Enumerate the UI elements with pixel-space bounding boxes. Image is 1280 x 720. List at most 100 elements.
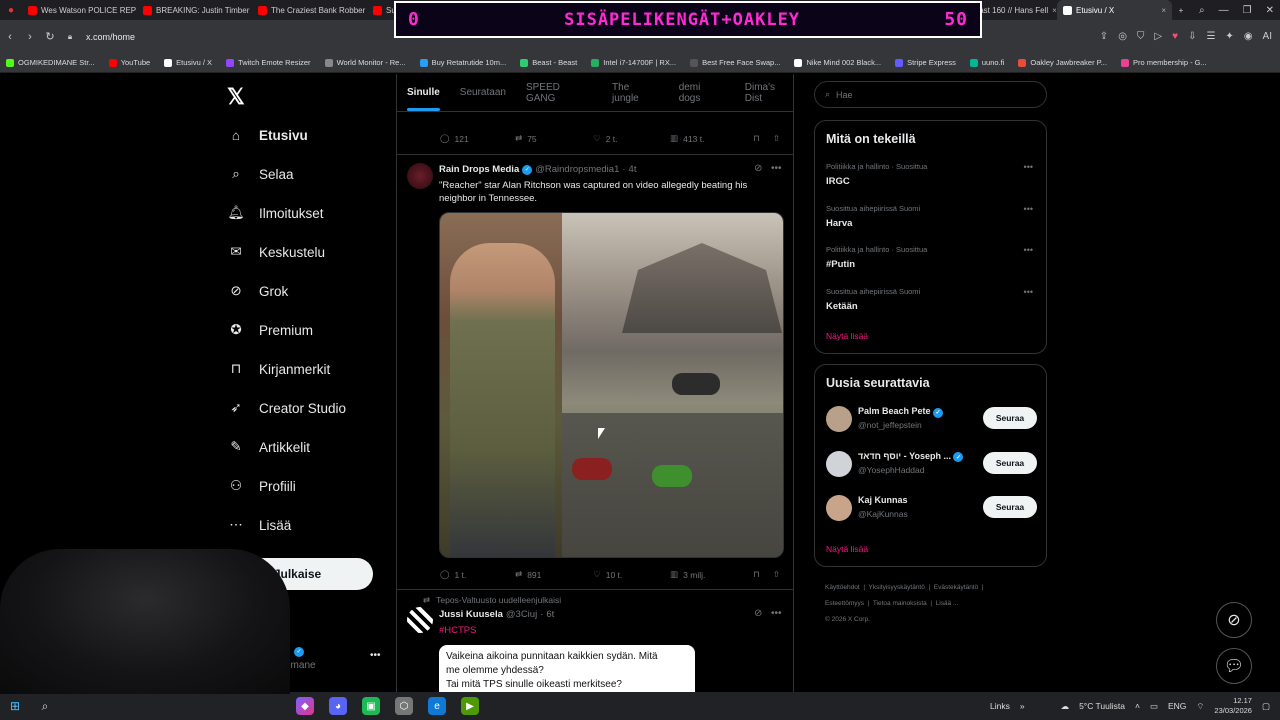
trend-item[interactable]: Suosittua aihepiirissä Suomi Harva ••• [826,204,1037,229]
messages-fab-icon[interactable]: 💬︎ [1216,648,1252,684]
bookmark-button[interactable]: ⊓ [753,133,773,144]
timeline-tab[interactable]: Seurataan [460,87,506,98]
author-handle[interactable]: @3Ciuj [506,609,537,620]
close-tab-icon[interactable]: × [1161,6,1166,15]
bookmark-item[interactable]: Best Free Face Swap... [690,58,780,67]
x-logo-icon[interactable]: 𝕏 [227,84,245,110]
search-input[interactable]: ⌕ Hae [814,81,1047,108]
share-button[interactable]: ⇧ [773,569,780,580]
nav-item-search[interactable]: ⌕ Selaa [227,165,293,183]
tweet-time[interactable]: 4t [629,164,637,175]
bookmark-item[interactable]: Oakley Jawbreaker P... [1018,58,1107,67]
avatar[interactable] [826,450,852,477]
more-dots-icon[interactable]: ••• [1024,245,1033,255]
app-icon[interactable]: ▣ [362,697,380,715]
download-icon[interactable]: ⇩ [1188,31,1196,42]
search-tabs-icon[interactable]: ⌕ [1199,5,1205,16]
network-icon[interactable]: ▭ [1150,701,1158,712]
menu-icon[interactable]: ☰ [1206,31,1215,42]
follow-button[interactable]: Seuraa [983,496,1037,518]
like-button[interactable]: ♡ 2 t. [593,133,670,144]
bookmark-item[interactable]: OGMIKEDIMANE Str... [6,58,95,67]
notifications-icon[interactable]: ▢ [1262,701,1270,712]
clock[interactable]: 12.17 23/03/2026 [1214,696,1252,716]
maximize-icon[interactable]: ❐ [1243,5,1252,16]
copilot-icon[interactable]: ◆ [296,697,314,715]
browser-tab[interactable]: BREAKING: Justin Timber× [137,0,252,20]
bookmark-item[interactable]: Pro membership - G... [1120,58,1207,67]
app-icon[interactable]: ⬡ [395,697,413,715]
more-dots-icon[interactable]: ••• [1024,162,1033,172]
author-name[interactable]: Jussi Kuusela [439,609,503,620]
minimize-icon[interactable]: — [1219,5,1229,16]
reload-icon[interactable]: ↻ [40,30,60,43]
trend-item[interactable]: Suosittua aihepiirissä Suomi Ketään ••• [826,287,1037,312]
bookmark-item[interactable]: Twitch Emote Resizer [226,58,311,67]
follow-suggestion[interactable]: Kaj Kunnas @KajKunnas Seuraa [826,494,1037,524]
windows-start-icon[interactable]: ⊞ [0,699,30,713]
bookmark-item[interactable]: YouTube [108,58,150,67]
new-tab-icon[interactable]: + [1172,6,1190,15]
chevron-icon[interactable]: » [1020,701,1025,711]
views-button[interactable]: ▥ 3 milj. [670,569,753,580]
tweet-media[interactable] [439,212,784,558]
search-icon[interactable]: ⌕ [30,699,60,714]
follow-button[interactable]: Seuraa [983,407,1037,429]
timeline-tab[interactable]: Dima's Dist [745,82,793,104]
more-dots-icon[interactable]: ••• [1024,287,1033,297]
play-icon[interactable]: ▷ [1154,31,1162,42]
nav-item-person[interactable]: ⚇ Profiili [227,477,296,495]
hashtag-link[interactable]: #HCTPS [439,624,769,637]
more-dots-icon[interactable]: ••• [1024,204,1033,214]
timeline-tab[interactable]: demi dogs [679,82,725,104]
trend-item[interactable]: Politiikka ja hallinto · Suosittua IRGC ••… [826,162,1037,187]
close-window-icon[interactable]: ✕ [1266,5,1274,16]
discord-icon[interactable]: ◕ [329,697,347,715]
more-dots-icon[interactable]: ••• [771,163,782,174]
bookmark-item[interactable]: World Monitor - Re... [324,58,406,67]
author-handle[interactable]: @Raindropsmedia1 [535,164,619,175]
bookmark-item[interactable]: Nike Mind 002 Black... [794,58,881,67]
nav-item-more-circle[interactable]: ⋯ Lisää [227,516,291,534]
nav-item-bookmark[interactable]: ⊓ Kirjanmerkit [227,360,331,378]
nav-item-grok[interactable]: ⊘ Grok [227,282,288,300]
like-button[interactable]: ♡ 10 t. [593,569,670,580]
forward-icon[interactable]: › [20,31,40,43]
avatar[interactable] [407,163,433,189]
browser-tab[interactable]: Wes Watson POLICE REP× [22,0,137,20]
ai-icon[interactable]: AI [1263,31,1272,42]
back-icon[interactable]: ‹ [0,31,20,43]
browser-tab[interactable]: The Craziest Bank Robber× [252,0,367,20]
follow-suggestion[interactable]: Palm Beach Pete ✓ @not_jeffepstein Seuraa [826,405,1037,435]
url-field[interactable]: x.com/home [86,32,135,42]
language-indicator[interactable]: ENG [1168,701,1186,711]
grok-icon[interactable]: ⊘ [754,608,762,619]
nav-item-mail[interactable]: ✉ Keskustelu [227,243,325,261]
wifi-icon[interactable]: ⌔ [1196,701,1204,712]
avatar[interactable] [826,406,852,432]
bookmark-item[interactable]: Etusivu / X [164,58,212,67]
nav-item-rocket[interactable]: ➶ Creator Studio [227,399,346,417]
reply-button[interactable]: ◯ 121 [440,133,515,144]
repost-button[interactable]: ⇄ 891 [515,569,593,580]
avatar[interactable] [826,495,852,521]
shield-icon[interactable]: ⛉ [1137,31,1145,42]
opera-logo-icon[interactable]: ● [0,5,22,16]
bookmark-button[interactable]: ⊓ [753,569,773,580]
tweet-image-text[interactable]: Vaikeina aikoina punnitaan kaikkien sydä… [439,645,695,692]
bookmark-item[interactable]: uuno.fi [969,58,1004,67]
grok-fab-icon[interactable]: ⊘ [1216,602,1252,638]
show-more-link[interactable]: Näytä lisää [826,544,868,554]
edge-icon[interactable]: e [428,697,446,715]
timeline-tab[interactable]: The jungle [612,82,659,104]
app-icon[interactable]: ▶ [461,697,479,715]
nav-item-premium[interactable]: ✪ Premium [227,321,313,339]
bookmark-item[interactable]: Intel i7-14700F | RX... [591,58,676,67]
tray-arrow-icon[interactable]: ˄ [1135,701,1140,711]
share-icon[interactable]: ⇪ [1100,31,1108,42]
bookmark-item[interactable]: Stripe Express [895,58,956,67]
tweet-time[interactable]: 6t [546,609,554,620]
lock-icon[interactable]: 🔒︎ [60,32,80,42]
links-toolbar[interactable]: Links [990,701,1010,711]
reply-button[interactable]: ◯ 1 t. [440,569,515,580]
